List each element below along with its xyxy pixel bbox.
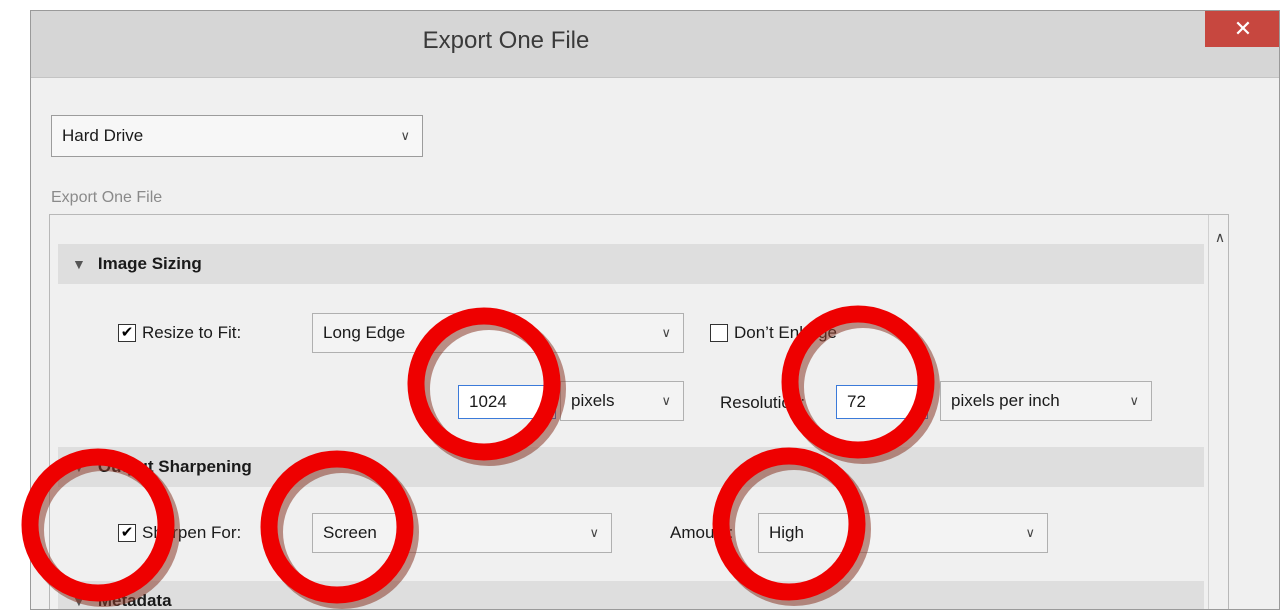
annotation-circle-checkbox — [21, 448, 175, 602]
annotation-circles — [21, 305, 935, 604]
annotation-circle-size — [407, 307, 561, 461]
annotation-circle-high — [712, 447, 866, 601]
annotation-circle-resolution — [781, 305, 935, 459]
annotation-circle-screen — [260, 450, 414, 604]
annotation-overlay — [21, 305, 940, 609]
